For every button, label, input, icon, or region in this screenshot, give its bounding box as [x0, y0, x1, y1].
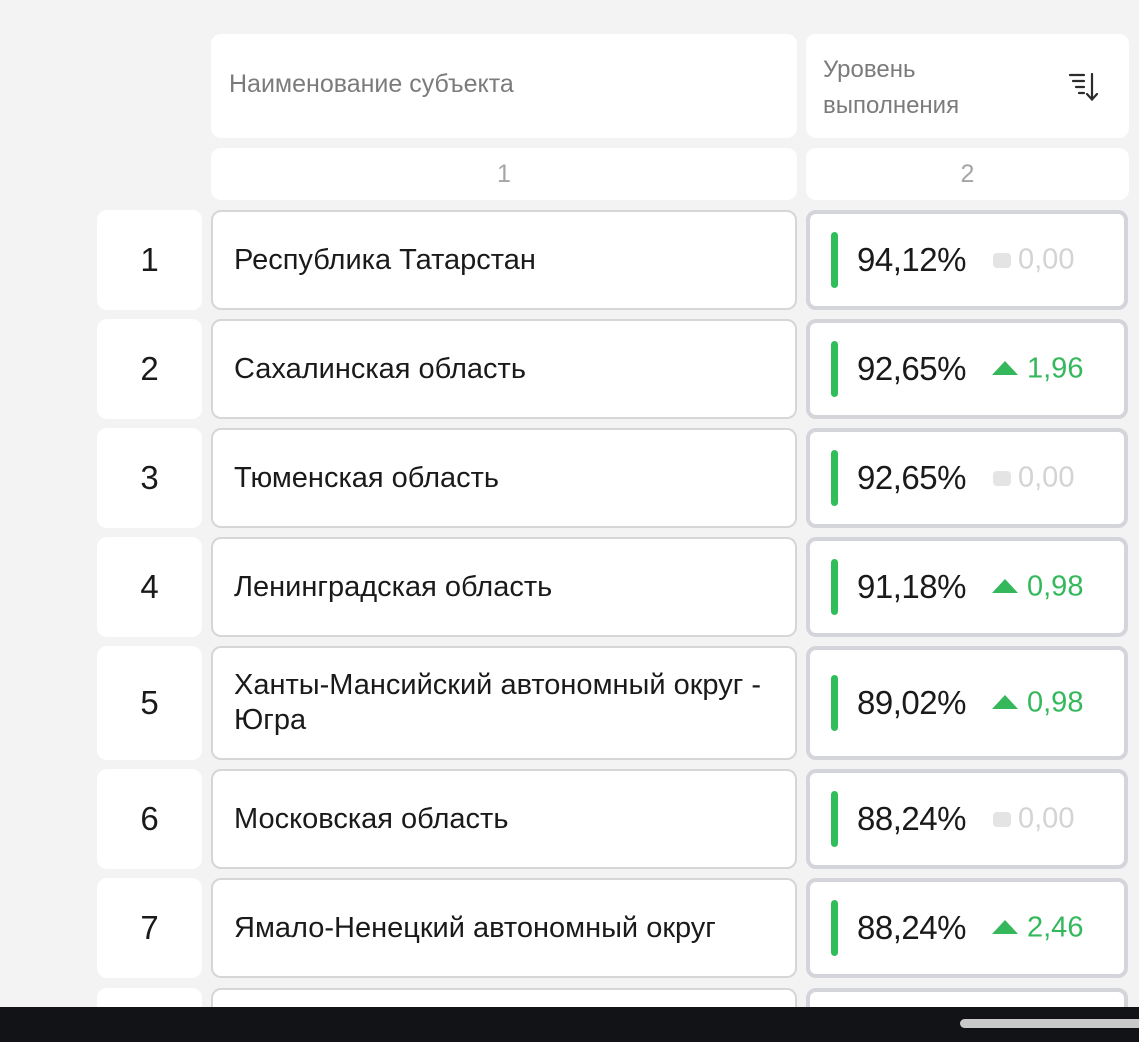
ranking-table: Наименование субъекта Уровень выполнения…: [0, 0, 1139, 1008]
no-change-icon: [993, 253, 1011, 268]
no-change-icon: [993, 471, 1011, 486]
delta-value: 2,46: [1027, 911, 1084, 944]
table-row[interactable]: 6 Московская область 88,24% 0,00: [0, 769, 1139, 869]
level-value: 92,65%: [857, 350, 966, 387]
region-name-cell-partial[interactable]: [211, 988, 797, 1008]
level-cell[interactable]: 91,18% 0,98: [806, 537, 1128, 637]
rank-cell: 2: [97, 319, 202, 419]
column-header-name: Наименование субъекта: [211, 34, 797, 138]
level-bar-indicator: [831, 675, 838, 731]
delta-value: 0,00: [1018, 243, 1075, 276]
column-header-name-label: Наименование субъекта: [229, 70, 514, 98]
level-cell[interactable]: 88,24% 0,00: [806, 769, 1128, 869]
rank-cell: 5: [97, 646, 202, 760]
column-header-level[interactable]: Уровень выполнения: [806, 34, 1129, 138]
column-number-name-label: 1: [497, 159, 511, 188]
level-bar-indicator: [831, 341, 838, 397]
region-name-cell[interactable]: Тюменская область: [211, 428, 797, 528]
column-number-name: 1: [211, 148, 797, 200]
level-value: 91,18%: [857, 568, 966, 605]
rank-cell: 7: [97, 878, 202, 978]
triangle-up-icon: [992, 695, 1018, 709]
delta-value: 0,00: [1018, 461, 1075, 494]
column-number-level: 2: [806, 148, 1129, 200]
delta-value: 0,00: [1018, 802, 1075, 835]
home-indicator[interactable]: [960, 1019, 1139, 1028]
region-name-cell[interactable]: Сахалинская область: [211, 319, 797, 419]
system-bottom-bar: [0, 1007, 1139, 1042]
rank-cell: 6: [97, 769, 202, 869]
table-row[interactable]: 7 Ямало-Ненецкий автономный округ 88,24%…: [0, 878, 1139, 978]
column-header-level-label: Уровень выполнения: [823, 56, 960, 119]
level-value: 92,65%: [857, 459, 966, 496]
rank-cell: 4: [97, 537, 202, 637]
region-name-cell[interactable]: Ямало-Ненецкий автономный округ: [211, 878, 797, 978]
region-name-cell[interactable]: Ханты-Мансийский автономный округ - Югра: [211, 646, 797, 760]
level-bar-indicator: [831, 232, 838, 288]
level-bar-indicator: [831, 450, 838, 506]
rank-cell: 1: [97, 210, 202, 310]
table-row[interactable]: 3 Тюменская область 92,65% 0,00: [0, 428, 1139, 528]
level-bar-indicator: [831, 900, 838, 956]
level-cell[interactable]: 89,02% 0,98: [806, 646, 1128, 760]
region-name-cell[interactable]: Ленинградская область: [211, 537, 797, 637]
level-value: 94,12%: [857, 241, 966, 278]
level-cell[interactable]: 94,12% 0,00: [806, 210, 1128, 310]
table-row[interactable]: 1 Республика Татарстан 94,12% 0,00: [0, 210, 1139, 310]
level-bar-indicator: [831, 559, 838, 615]
level-cell[interactable]: 92,65% 1,96: [806, 319, 1128, 419]
table-row[interactable]: 4 Ленинградская область 91,18% 0,98: [0, 537, 1139, 637]
level-value: 89,02%: [857, 684, 966, 721]
rank-cell-partial: [97, 988, 202, 1008]
no-change-icon: [993, 812, 1011, 827]
triangle-up-icon: [992, 579, 1018, 593]
level-value: 88,24%: [857, 909, 966, 946]
rank-cell: 3: [97, 428, 202, 528]
table-row[interactable]: 5 Ханты-Мансийский автономный округ - Юг…: [0, 646, 1139, 760]
triangle-up-icon: [992, 920, 1018, 934]
region-name-cell[interactable]: Республика Татарстан: [211, 210, 797, 310]
table-row[interactable]: 2 Сахалинская область 92,65% 1,96: [0, 319, 1139, 419]
column-number-level-label: 2: [960, 159, 975, 188]
delta-value: 0,98: [1027, 570, 1084, 603]
level-cell[interactable]: 88,24% 2,46: [806, 878, 1128, 978]
level-cell-partial[interactable]: [806, 988, 1128, 1008]
level-cell[interactable]: 92,65% 0,00: [806, 428, 1128, 528]
delta-value: 1,96: [1027, 352, 1084, 385]
level-value: 88,24%: [857, 800, 966, 837]
delta-value: 0,98: [1027, 686, 1084, 719]
region-name-cell[interactable]: Московская область: [211, 769, 797, 869]
level-bar-indicator: [831, 791, 838, 847]
sort-descending-icon[interactable]: [1068, 70, 1102, 104]
triangle-up-icon: [992, 361, 1018, 375]
